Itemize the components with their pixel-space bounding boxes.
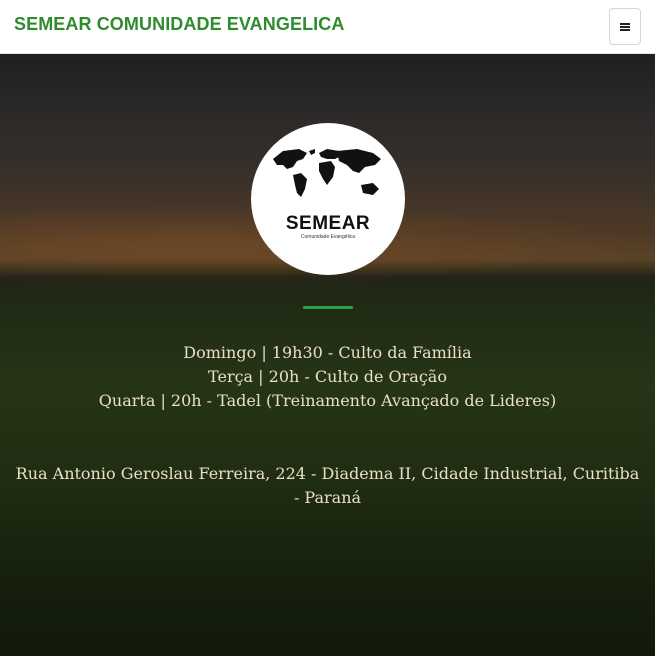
schedule-item: Terça | 20h - Culto de Oração [208, 367, 447, 386]
brand-title[interactable]: SEMEAR COMUNIDADE EVANGELICA [14, 14, 344, 35]
schedule-item: Quarta | 20h - Tadel (Treinamento Avança… [98, 391, 557, 410]
navbar: SEMEAR COMUNIDADE EVANGELICA [0, 0, 655, 54]
logo-subtitle: Comunidade Evangélica [300, 234, 356, 240]
menu-toggle-button[interactable] [609, 8, 641, 45]
logo-title: SEMEAR [285, 213, 371, 234]
church-address: Rua Antonio Geroslau Ferreira, 224 - Dia… [15, 464, 640, 507]
schedule-item: Domingo | 19h30 - Culto da Família [183, 343, 472, 362]
world-map-icon [273, 149, 381, 197]
church-logo: SEMEAR Comunidade Evangélica [251, 123, 405, 275]
section-divider [303, 306, 353, 309]
hamburger-menu-icon [620, 22, 630, 31]
service-schedule: Domingo | 19h30 - Culto da Família Terça… [0, 341, 655, 413]
